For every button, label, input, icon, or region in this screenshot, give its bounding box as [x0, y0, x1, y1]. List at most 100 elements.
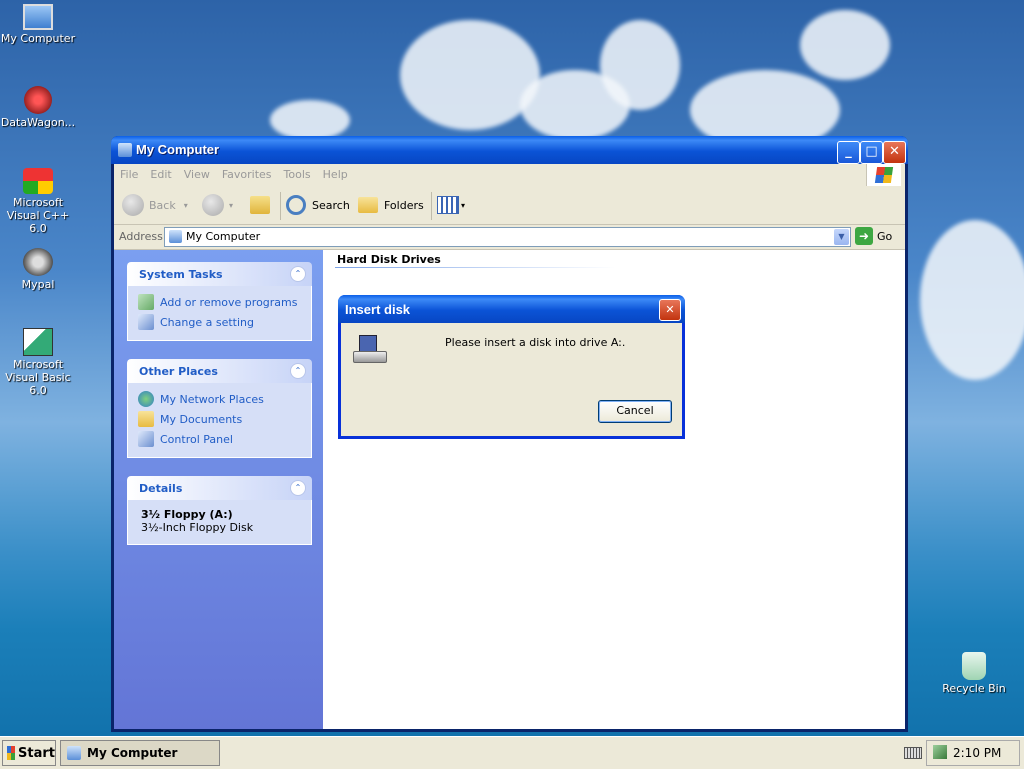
change-setting-link[interactable]: Change a setting [138, 312, 301, 332]
add-remove-programs-link[interactable]: Add or remove programs [138, 292, 301, 312]
start-button[interactable]: Start [2, 740, 56, 766]
details-name: 3½ Floppy (A:) [141, 508, 233, 521]
link-label: Add or remove programs [160, 295, 298, 309]
desktop-icon-label: Microsoft Visual Basic 6.0 [5, 358, 71, 397]
desktop-icon-visual-basic[interactable]: Microsoft Visual Basic 6.0 [0, 328, 76, 397]
chevron-down-icon: ▾ [461, 200, 466, 210]
search-button[interactable]: Search [286, 192, 350, 218]
windows-logo-icon [866, 164, 901, 186]
details-body: 3½ Floppy (A:) 3½-Inch Floppy Disk [127, 500, 312, 545]
close-button[interactable]: ✕ [883, 141, 906, 164]
section-title: Hard Disk Drives [337, 253, 441, 266]
up-folder-button[interactable] [250, 192, 270, 218]
chevron-down-icon: ▾ [183, 200, 188, 210]
back-label: Back [149, 198, 176, 212]
windows-flag-icon [7, 746, 16, 760]
computer-icon [23, 4, 53, 30]
other-places-header[interactable]: Other Places ⌃ [127, 359, 312, 383]
add-remove-programs-icon [138, 294, 154, 310]
desktop-icon-mypal[interactable]: Mypal [0, 248, 76, 291]
details-group: Details ⌃ 3½ Floppy (A:) 3½-Inch Floppy … [127, 476, 312, 545]
other-places-group: Other Places ⌃ My Network Places My Docu… [127, 359, 312, 458]
collapse-icon[interactable]: ⌃ [290, 266, 306, 282]
details-header[interactable]: Details ⌃ [127, 476, 312, 500]
collapse-icon[interactable]: ⌃ [290, 363, 306, 379]
clock[interactable]: 2:10 PM [953, 746, 1001, 760]
collapse-icon[interactable]: ⌃ [290, 480, 306, 496]
link-label: My Network Places [160, 392, 264, 406]
menu-edit[interactable]: Edit [144, 164, 177, 185]
menu-help[interactable]: Help [317, 164, 354, 185]
address-value: My Computer [186, 230, 261, 243]
network-places-icon [138, 391, 154, 407]
my-documents-icon [138, 411, 154, 427]
visual-basic-icon [23, 328, 53, 356]
details-title: Details [139, 482, 183, 495]
network-tray-icon[interactable] [933, 745, 947, 759]
taskbar-button-my-computer[interactable]: My Computer [60, 740, 220, 766]
back-button[interactable]: Back ▾ [122, 192, 188, 218]
dialog-close-button[interactable]: ✕ [659, 299, 681, 321]
computer-icon [67, 746, 81, 760]
address-label: Address [119, 230, 163, 243]
desktop-icon-label: Microsoft Visual C++ 6.0 [6, 196, 70, 235]
menu-tools[interactable]: Tools [278, 164, 317, 185]
control-panel-link[interactable]: Control Panel [138, 429, 301, 449]
up-folder-icon [250, 196, 270, 214]
toolbar: Back ▾ ▾ Search Folders ▾ [114, 186, 905, 225]
forward-button[interactable]: ▾ [202, 192, 233, 218]
other-places-title: Other Places [139, 365, 218, 378]
section-divider [335, 267, 615, 268]
dialog-titlebar[interactable]: Insert disk ✕ [338, 295, 685, 323]
task-label: My Computer [87, 746, 178, 760]
details-type: 3½-Inch Floppy Disk [141, 521, 254, 534]
toolbar-separator [431, 192, 432, 220]
other-places-body: My Network Places My Documents Control P… [127, 383, 312, 458]
datawagon-icon [24, 86, 52, 114]
desktop-icon-datawagon[interactable]: DataWagon... [0, 86, 76, 129]
task-pane: System Tasks ⌃ Add or remove programs Ch… [114, 250, 323, 729]
desktop-icon-label: DataWagon... [0, 116, 76, 129]
views-button[interactable]: ▾ [437, 192, 465, 218]
menu-favorites[interactable]: Favorites [216, 164, 278, 185]
system-tasks-header[interactable]: System Tasks ⌃ [127, 262, 312, 286]
menu-bar: File Edit View Favorites Tools Help [114, 164, 905, 187]
folders-button[interactable]: Folders [358, 192, 424, 218]
my-network-places-link[interactable]: My Network Places [138, 389, 301, 409]
search-label: Search [312, 198, 350, 212]
link-label: My Documents [160, 412, 243, 426]
menu-file[interactable]: File [114, 164, 144, 185]
window-titlebar[interactable]: My Computer _ □ ✕ [111, 136, 908, 164]
keyboard-icon[interactable] [904, 747, 922, 759]
computer-icon [118, 143, 132, 157]
system-tasks-body: Add or remove programs Change a setting [127, 286, 312, 341]
system-tasks-group: System Tasks ⌃ Add or remove programs Ch… [127, 262, 312, 341]
desktop-icon-my-computer[interactable]: My Computer [0, 4, 76, 45]
chevron-down-icon: ▾ [229, 200, 234, 210]
taskbar: Start My Computer 2:10 PM [0, 736, 1024, 769]
go-button[interactable]: ➜ Go [855, 227, 892, 245]
insert-disk-dialog: Insert disk ✕ Please insert a disk into … [338, 295, 685, 439]
recycle-bin-icon [962, 652, 986, 680]
system-tasks-title: System Tasks [139, 268, 223, 281]
control-panel-icon [138, 314, 154, 330]
address-input[interactable]: My Computer ▼ [164, 227, 851, 247]
minimize-button[interactable]: _ [837, 141, 860, 164]
address-dropdown-button[interactable]: ▼ [834, 229, 849, 245]
search-icon [286, 195, 306, 215]
toolbar-separator [280, 192, 281, 220]
address-bar: Address My Computer ▼ ➜ Go [114, 225, 905, 250]
dialog-message: Please insert a disk into drive A:. [445, 336, 626, 349]
menu-view[interactable]: View [178, 164, 216, 185]
visual-cpp-icon [23, 168, 53, 194]
my-documents-link[interactable]: My Documents [138, 409, 301, 429]
desktop-icon-label: Recycle Bin [942, 682, 1006, 695]
desktop-icon-visual-cpp[interactable]: Microsoft Visual C++ 6.0 [0, 168, 76, 235]
cancel-button[interactable]: Cancel [598, 400, 672, 423]
maximize-button[interactable]: □ [860, 141, 883, 164]
desktop-icon-recycle-bin[interactable]: Recycle Bin [936, 652, 1012, 695]
views-icon [437, 196, 459, 214]
desktop-icon-label: Mypal [21, 278, 55, 291]
system-tray: 2:10 PM [926, 740, 1020, 766]
floppy-drive-icon [353, 335, 387, 363]
